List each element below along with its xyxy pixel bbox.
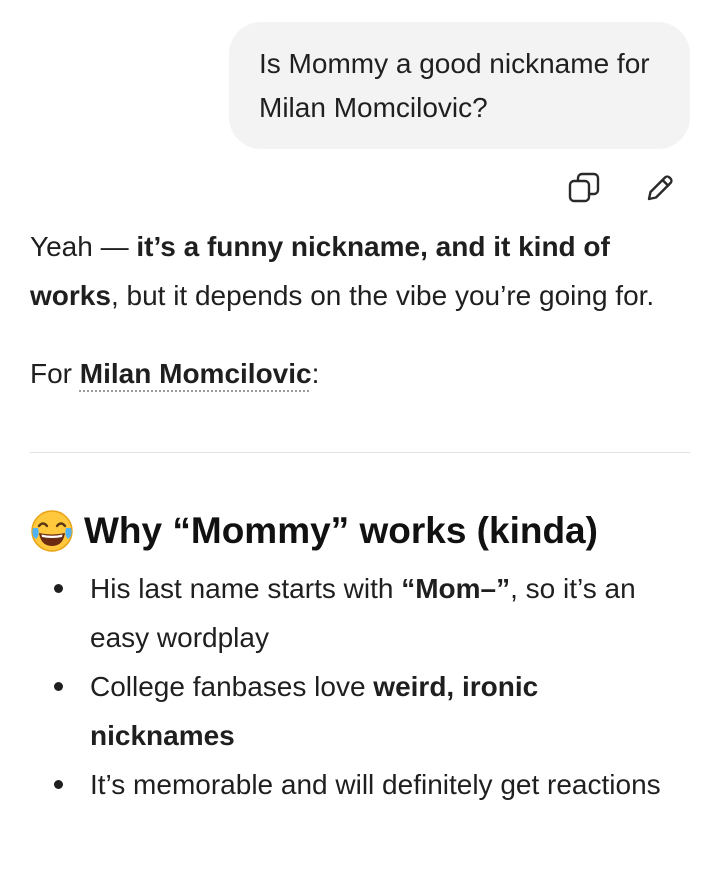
reply-paragraph-2: For Milan Momcilovic: bbox=[30, 349, 695, 398]
copy-icon bbox=[568, 172, 600, 203]
assistant-reply: Yeah — it’s a funny nickname, and it kin… bbox=[30, 222, 695, 398]
reply-text: For bbox=[30, 358, 80, 389]
list-item: His last name starts with “Mom–”, so it’… bbox=[30, 564, 690, 662]
pencil-edit-icon bbox=[647, 175, 673, 201]
bullet-dot bbox=[54, 780, 63, 789]
bullet-dot bbox=[54, 584, 63, 593]
bullet-list: His last name starts with “Mom–”, so it’… bbox=[30, 564, 690, 809]
bullet-text: His last name starts with bbox=[90, 573, 402, 604]
edit-button[interactable] bbox=[638, 168, 682, 208]
reply-text: Yeah — bbox=[30, 231, 137, 262]
bullet-bold-text: “Mom–” bbox=[401, 573, 511, 604]
reply-text: , but it depends on the vibe you’re goin… bbox=[110, 280, 655, 311]
section-heading: Why “Mommy” works (kinda) bbox=[30, 506, 690, 556]
copy-button[interactable] bbox=[562, 168, 606, 208]
user-message-bubble: Is Mommy a good nickname for Milan Momci… bbox=[229, 22, 690, 149]
reply-paragraph-1: Yeah — it’s a funny nickname, and it kin… bbox=[30, 222, 695, 320]
player-name-link[interactable]: Milan Momcilovic bbox=[80, 358, 312, 389]
face-with-tears-of-joy-icon bbox=[31, 510, 73, 552]
list-item: College fanbases love weird, ironic nick… bbox=[30, 662, 690, 760]
bullet-text: College fanbases love bbox=[90, 671, 374, 702]
section-heading-text: Why “Mommy” works (kinda) bbox=[84, 510, 598, 551]
reply-text: : bbox=[311, 358, 320, 389]
list-item: It’s memorable and will definitely get r… bbox=[30, 760, 690, 809]
bullet-text: It’s memorable and will definitely get r… bbox=[90, 769, 661, 800]
user-message-text: Is Mommy a good nickname for Milan Momci… bbox=[259, 48, 650, 123]
section-divider bbox=[30, 452, 690, 453]
message-actions bbox=[560, 168, 690, 208]
bullet-dot bbox=[54, 682, 63, 691]
